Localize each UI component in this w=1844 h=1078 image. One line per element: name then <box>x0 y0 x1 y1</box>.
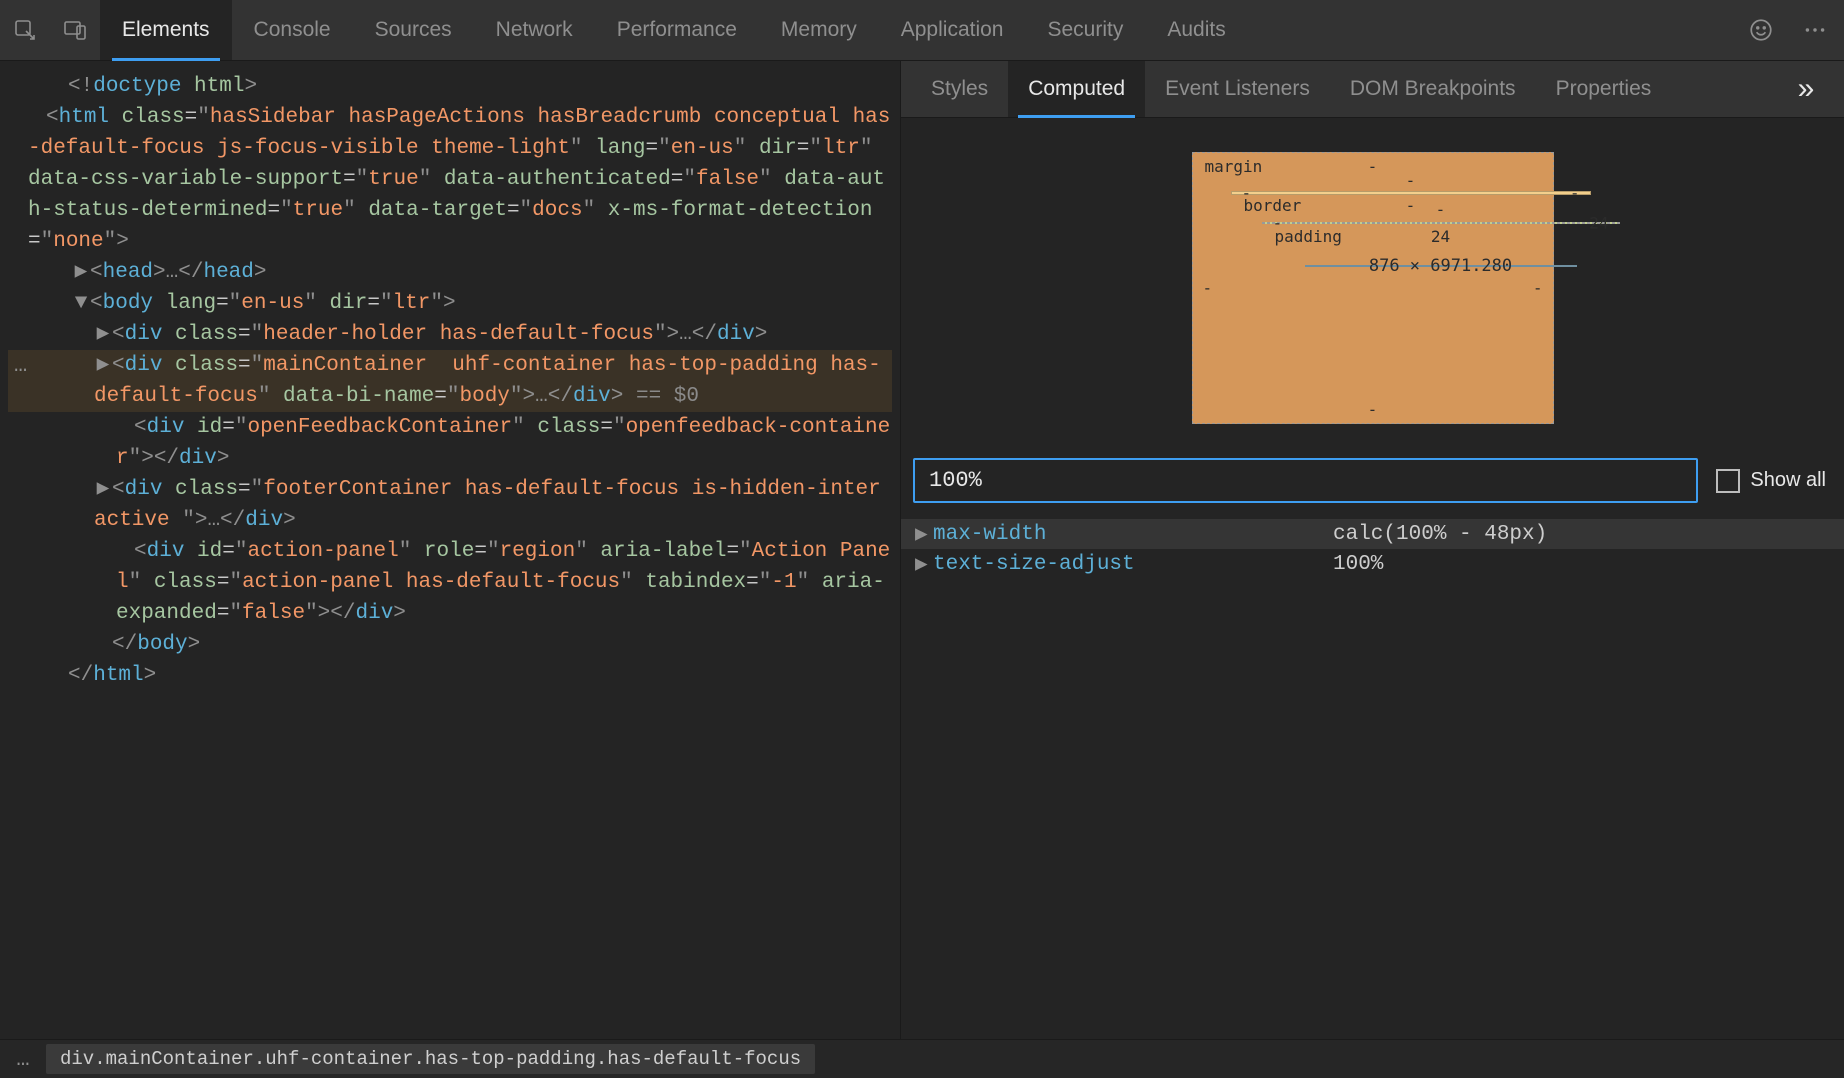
side-tab-event-listeners[interactable]: Event Listeners <box>1145 61 1330 117</box>
box-model-content-size: 876 × 6971.280 <box>1369 256 1512 276</box>
dom-tree[interactable]: <!doctype html><html class="hasSidebar h… <box>0 61 900 1041</box>
side-panel: StylesComputedEvent ListenersDOM Breakpo… <box>901 61 1844 1041</box>
expand-toggle-icon[interactable]: ▶ <box>915 521 933 547</box>
dom-node[interactable]: ▶<head>…</head> <box>8 257 892 288</box>
property-value: 100% <box>1333 553 1383 576</box>
tab-memory[interactable]: Memory <box>759 0 879 60</box>
tab-sources[interactable]: Sources <box>353 0 474 60</box>
box-model-content[interactable]: 876 × 6971.280 <box>1305 265 1577 267</box>
box-model[interactable]: margin - - - - border - - - - paddin <box>901 118 1844 448</box>
expand-toggle-icon[interactable]: ▶ <box>94 474 112 505</box>
expand-toggle-icon[interactable]: ▼ <box>72 288 90 319</box>
side-tab-computed[interactable]: Computed <box>1008 61 1145 117</box>
expand-toggle-icon[interactable]: ▶ <box>72 257 90 288</box>
tab-application[interactable]: Application <box>879 0 1026 60</box>
show-all-label: Show all <box>1750 469 1826 492</box>
dom-node[interactable]: ▶<div class="header-holder has-default-f… <box>8 319 892 350</box>
tab-audits[interactable]: Audits <box>1145 0 1247 60</box>
box-model-padding-label: padding <box>1275 227 1342 246</box>
tab-network[interactable]: Network <box>474 0 595 60</box>
dom-node[interactable]: ▶<div class="footerContainer has-default… <box>8 474 892 536</box>
dom-node[interactable]: <!doctype html> <box>8 71 892 102</box>
breadcrumb-bar: … div.mainContainer.uhf-container.has-to… <box>0 1039 1844 1078</box>
property-value: calc(100% - 48px) <box>1333 523 1547 546</box>
show-all-toggle[interactable]: Show all <box>1716 469 1826 493</box>
gutter-ellipsis-icon: … <box>14 350 27 381</box>
side-tab-styles[interactable]: Styles <box>911 61 1008 117</box>
computed-property-row[interactable]: ▶text-size-adjust100% <box>901 549 1844 579</box>
dom-node[interactable]: </html> <box>8 660 892 691</box>
tab-security[interactable]: Security <box>1025 0 1145 60</box>
side-tabs: StylesComputedEvent ListenersDOM Breakpo… <box>901 61 1844 118</box>
breadcrumb-tag: div <box>60 1048 94 1070</box>
expand-toggle-icon[interactable]: ▶ <box>915 551 933 577</box>
box-model-padding[interactable]: padding 24 24 - - 876 × 6971.280 <box>1262 222 1620 224</box>
breadcrumb-more-icon[interactable]: … <box>0 1047 46 1072</box>
computed-filter-input[interactable] <box>913 458 1698 503</box>
device-toolbar-icon[interactable] <box>50 0 100 60</box>
box-model-border[interactable]: border - - - - padding 24 24 - - <box>1231 191 1591 195</box>
dom-node[interactable]: </body> <box>8 629 892 660</box>
tab-performance[interactable]: Performance <box>595 0 759 60</box>
side-tab-dom-breakpoints[interactable]: DOM Breakpoints <box>1330 61 1536 117</box>
dom-node[interactable]: …▶<div class="mainContainer uhf-containe… <box>8 350 892 412</box>
computed-property-row[interactable]: ▶max-widthcalc(100% - 48px) <box>901 519 1844 549</box>
side-tab-properties[interactable]: Properties <box>1536 61 1672 117</box>
dom-node[interactable]: <html class="hasSidebar hasPageActions h… <box>8 102 892 257</box>
box-model-margin[interactable]: margin - - - - border - - - - paddin <box>1192 152 1554 424</box>
more-options-icon[interactable] <box>1798 13 1832 47</box>
property-name: max-width <box>933 523 1333 546</box>
dom-node[interactable]: <div id="openFeedbackContainer" class="o… <box>8 412 892 474</box>
box-model-border-label: border <box>1244 196 1302 215</box>
box-model-margin-label: margin <box>1205 157 1263 176</box>
expand-toggle-icon[interactable]: ▶ <box>94 319 112 350</box>
tab-console[interactable]: Console <box>232 0 353 60</box>
expand-toggle-icon[interactable]: ▶ <box>94 350 112 381</box>
side-tabs-more-icon[interactable]: » <box>1778 72 1844 106</box>
computed-filter-row: Show all <box>901 448 1844 513</box>
main-tabs: ElementsConsoleSourcesNetworkPerformance… <box>100 0 1248 60</box>
devtools-toolbar: ElementsConsoleSourcesNetworkPerformance… <box>0 0 1844 61</box>
inspect-element-icon[interactable] <box>0 0 50 60</box>
show-all-checkbox[interactable] <box>1716 469 1740 493</box>
dom-node[interactable]: ▼<body lang="en-us" dir="ltr"> <box>8 288 892 319</box>
breadcrumb-selected-node[interactable]: div.mainContainer.uhf-container.has-top-… <box>46 1044 815 1074</box>
tab-elements[interactable]: Elements <box>100 0 232 60</box>
breadcrumb-classes: .mainContainer.uhf-container.has-top-pad… <box>94 1048 801 1070</box>
elements-panel: <!doctype html><html class="hasSidebar h… <box>0 61 901 1041</box>
feedback-smiley-icon[interactable] <box>1744 13 1778 47</box>
property-name: text-size-adjust <box>933 553 1333 576</box>
computed-properties: ▶max-widthcalc(100% - 48px)▶text-size-ad… <box>901 513 1844 579</box>
dom-node[interactable]: <div id="action-panel" role="region" ari… <box>8 536 892 629</box>
